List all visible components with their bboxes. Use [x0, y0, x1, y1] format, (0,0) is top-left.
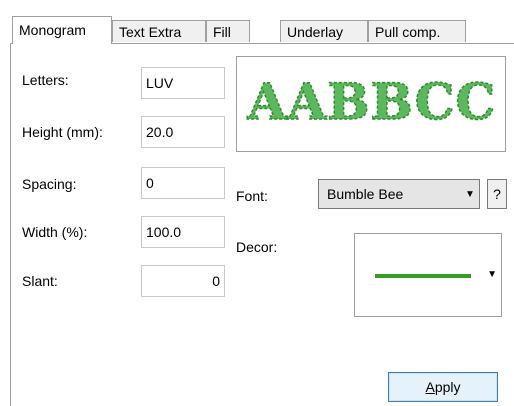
letters-label: Letters: [22, 72, 69, 88]
tab-monogram[interactable]: Monogram [12, 16, 112, 44]
chevron-down-icon: ▼ [487, 269, 497, 280]
tab-pull-comp[interactable]: Pull comp. [368, 20, 466, 42]
width-label: Width (%): [22, 224, 88, 240]
spacing-label: Spacing: [22, 176, 77, 192]
font-label: Font: [236, 188, 268, 204]
tab-text-extra[interactable]: Text Extra [112, 20, 206, 42]
chevron-down-icon: ▼ [465, 188, 475, 200]
apply-button-label: Apply [425, 379, 461, 395]
width-input[interactable] [141, 216, 225, 248]
height-label: Height (mm): [22, 124, 103, 140]
height-input[interactable] [141, 116, 225, 148]
apply-button[interactable]: Apply [388, 372, 498, 402]
tab-underlay[interactable]: Underlay [280, 20, 368, 42]
decor-line-swatch [375, 274, 471, 278]
tab-fill[interactable]: Fill [206, 20, 250, 42]
letters-input[interactable] [141, 67, 225, 99]
spacing-input[interactable] [141, 167, 225, 199]
decor-select[interactable]: ▼ [354, 233, 502, 317]
monogram-preview: AABBCC [236, 56, 506, 152]
slant-input[interactable] [141, 265, 225, 297]
tab-text-extra-label: Text Extra [119, 24, 182, 40]
tab-pull-comp-label: Pull comp. [375, 24, 441, 40]
preview-canvas: AABBCC [246, 71, 497, 132]
tab-fill-label: Fill [213, 24, 231, 40]
tab-underlay-label: Underlay [287, 24, 344, 40]
decor-label: Decor: [236, 239, 278, 255]
slant-label: Slant: [22, 273, 58, 289]
font-help-button[interactable]: ? [487, 179, 507, 209]
font-select[interactable]: Bumble Bee ▼ [318, 179, 480, 209]
font-select-value: Bumble Bee [327, 186, 404, 202]
tab-monogram-label: Monogram [19, 22, 86, 38]
top-strip [0, 0, 514, 16]
preview-text: AABBCC [247, 72, 497, 131]
